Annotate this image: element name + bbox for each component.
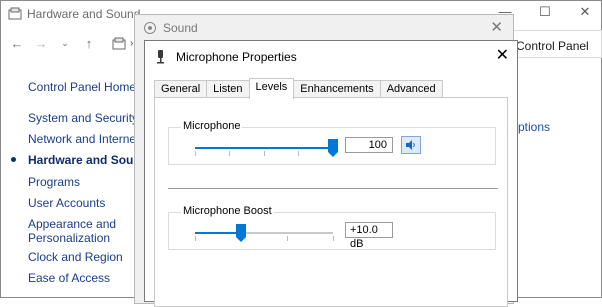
close-icon[interactable]: ✕ bbox=[496, 45, 509, 65]
tab-enhancements[interactable]: Enhancements bbox=[293, 80, 381, 98]
tab-advanced[interactable]: Advanced bbox=[379, 80, 443, 98]
slider-tick bbox=[195, 236, 196, 241]
microphone-boost-label: Microphone Boost bbox=[181, 205, 274, 217]
back-arrow-icon[interactable]: ← bbox=[10, 36, 24, 51]
sidebar-home-link[interactable]: Control Panel Home bbox=[28, 80, 136, 94]
navigation-bar: ← → ⌄ ↑ › bbox=[10, 36, 134, 51]
sound-titlebar: Sound bbox=[143, 21, 198, 35]
speaker-volume-icon bbox=[406, 140, 415, 150]
tab-listen[interactable]: Listen bbox=[206, 80, 250, 98]
tab-general[interactable]: General bbox=[154, 80, 208, 98]
control-panel-title: Hardware and Sound bbox=[27, 7, 141, 21]
slider-tick bbox=[195, 151, 196, 156]
sidebar-item-system-security[interactable]: System and Security bbox=[28, 111, 138, 125]
sidebar-item-programs[interactable]: Programs bbox=[28, 175, 80, 189]
address-tail[interactable]: Control Panel bbox=[516, 39, 589, 53]
forward-arrow-icon[interactable]: → bbox=[34, 36, 48, 51]
maximize-icon[interactable]: ☐ bbox=[538, 4, 552, 20]
microphone-properties-dialog: Microphone Properties ✕ General Listen L… bbox=[144, 40, 518, 307]
microphone-group: Microphone 100 bbox=[168, 120, 496, 165]
slider-tick bbox=[298, 151, 299, 156]
mic-properties-title: Microphone Properties bbox=[176, 50, 297, 64]
sidebar-item-network-internet[interactable]: Network and Internet bbox=[28, 132, 139, 146]
mute-toggle-button[interactable] bbox=[401, 136, 421, 154]
microphone-slider-thumb[interactable] bbox=[328, 139, 338, 157]
microphone-slider-fill bbox=[195, 147, 333, 149]
sidebar-item-clock-region[interactable]: Clock and Region bbox=[28, 250, 123, 264]
up-arrow-icon[interactable]: ↑ bbox=[82, 36, 96, 51]
section-divider bbox=[168, 188, 498, 189]
control-panel-titlebar: Hardware and Sound bbox=[8, 5, 140, 23]
close-icon[interactable]: ✕ bbox=[490, 18, 503, 36]
microphone-boost-group: Microphone Boost +10.0 dB bbox=[168, 205, 496, 250]
control-panel-icon bbox=[8, 7, 22, 20]
microphone-level-field[interactable]: 100 bbox=[345, 137, 393, 153]
address-chevron-icon: › bbox=[130, 38, 134, 49]
slider-tick bbox=[264, 151, 265, 156]
sidebar-item-hardware-sound[interactable]: Hardware and Sound bbox=[11, 153, 149, 167]
right-options-link[interactable]: ptions bbox=[518, 120, 550, 134]
microphone-label: Microphone bbox=[181, 120, 243, 132]
address-control-panel-icon bbox=[112, 37, 126, 49]
slider-tick bbox=[229, 151, 230, 156]
boost-slider-thumb[interactable] bbox=[235, 224, 246, 242]
address-bar[interactable]: › bbox=[112, 37, 133, 51]
levels-panel: Microphone 100 Microphone Boost +10.0 dB bbox=[154, 97, 508, 307]
active-bullet-icon bbox=[11, 157, 16, 162]
close-icon[interactable]: ✕ bbox=[578, 4, 592, 20]
boost-level-field[interactable]: +10.0 dB bbox=[345, 222, 393, 250]
sidebar-item-ease-access[interactable]: Ease of Access bbox=[28, 271, 110, 285]
sidebar-item-user-accounts[interactable]: User Accounts bbox=[28, 196, 105, 210]
microphone-icon bbox=[157, 50, 164, 64]
slider-tick bbox=[287, 236, 288, 241]
slider-tick bbox=[333, 236, 334, 241]
mic-properties-titlebar: Microphone Properties bbox=[155, 50, 297, 64]
tab-levels[interactable]: Levels bbox=[248, 78, 295, 99]
tab-strip: General Listen Levels Enhancements Advan… bbox=[154, 78, 443, 99]
boost-slider-fill bbox=[195, 232, 241, 234]
recent-dropdown-icon[interactable]: ⌄ bbox=[58, 38, 72, 49]
sidebar-item-label: Hardware and Sound bbox=[28, 153, 149, 167]
sidebar-item-appearance[interactable]: Appearance and Personalization bbox=[28, 217, 116, 245]
sound-title: Sound bbox=[163, 21, 198, 35]
speaker-icon bbox=[144, 22, 156, 34]
